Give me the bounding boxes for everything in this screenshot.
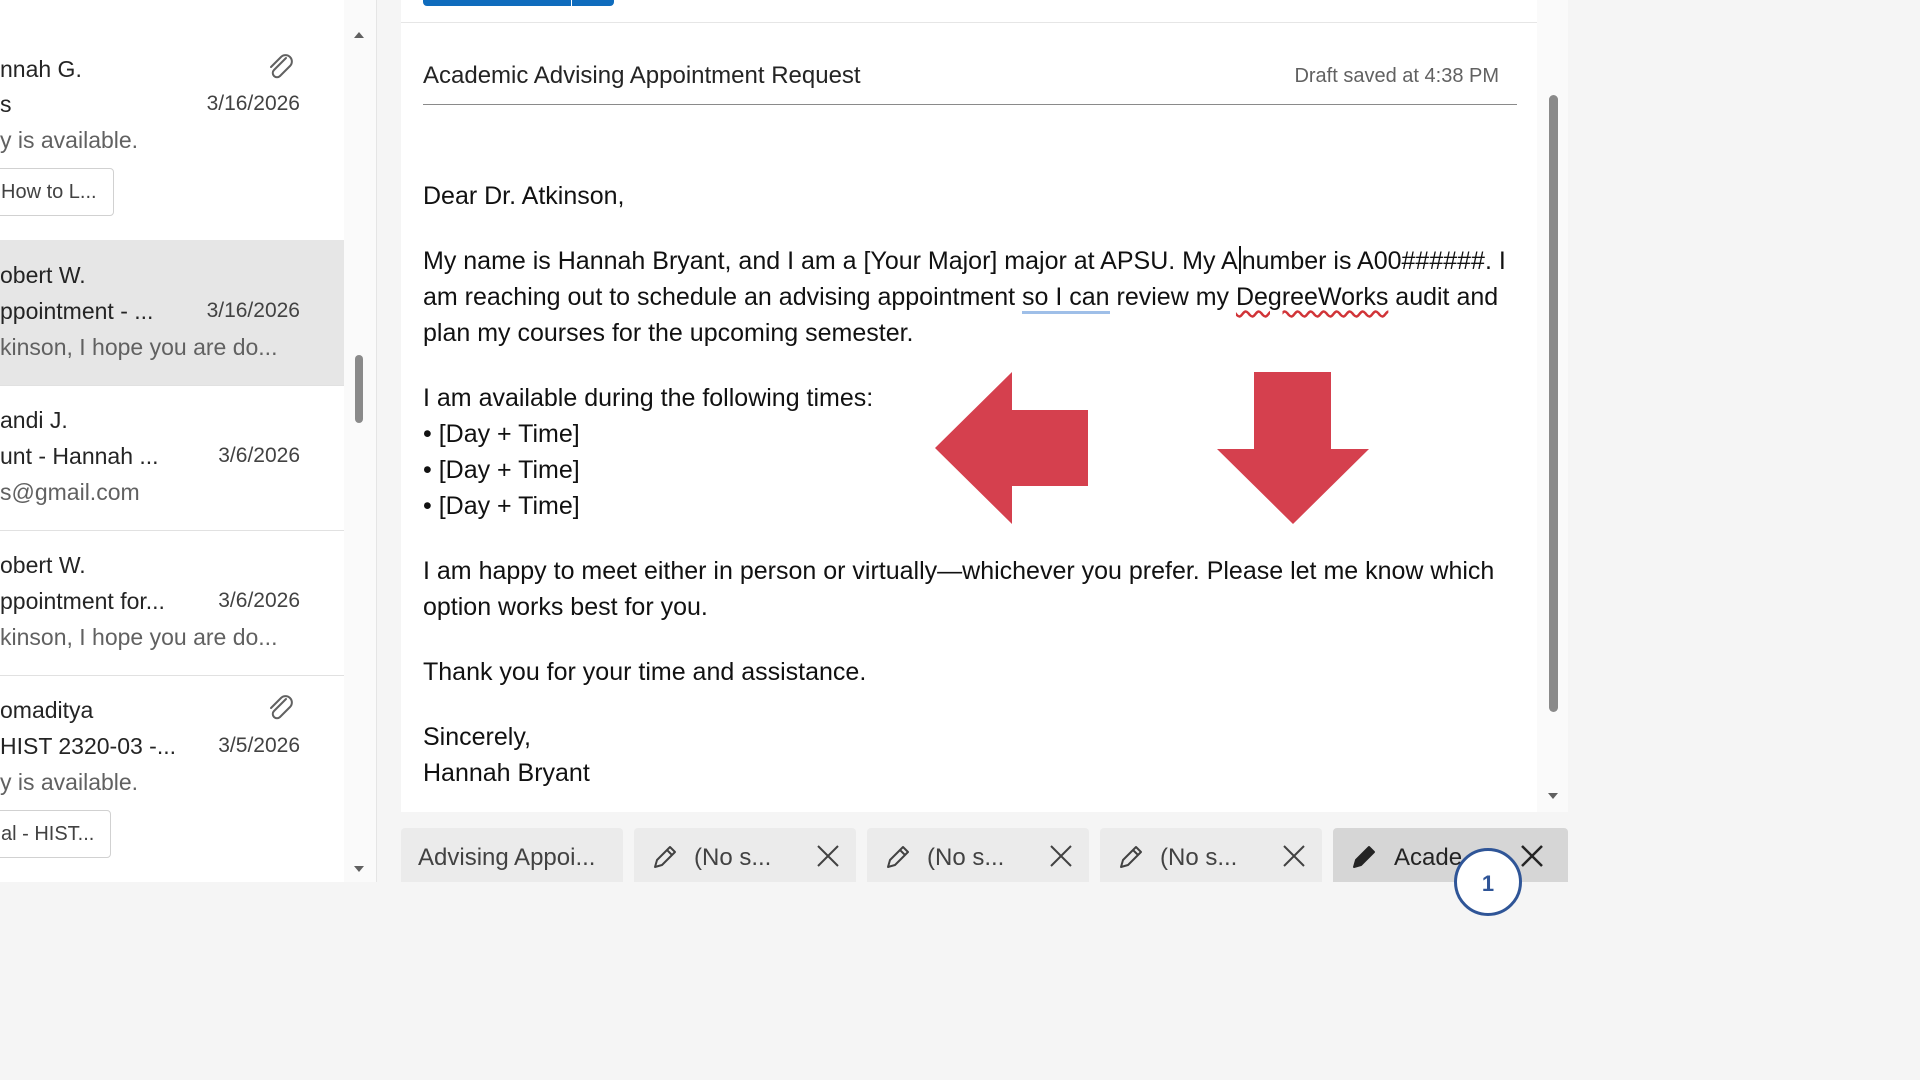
annotation-left-arrow-icon — [935, 372, 1088, 524]
subject-underline — [423, 104, 1517, 105]
paperclip-icon — [270, 54, 293, 79]
tab-draft-no-subject[interactable]: (No s... — [634, 828, 856, 882]
scrollbar-thumb[interactable] — [1549, 95, 1558, 712]
body-paragraph-intro: My name is Hannah Bryant, and I am a [Yo… — [423, 243, 1513, 351]
close-icon[interactable] — [1520, 844, 1544, 868]
scroll-down-icon[interactable] — [1548, 793, 1558, 799]
tab-label: Acade — [1394, 844, 1463, 871]
signature-block: Sincerely, Hannah Bryant — [423, 719, 1513, 791]
tab-draft-no-subject[interactable]: (No s... — [867, 828, 1089, 882]
message-date: 3/5/2026 — [218, 734, 300, 757]
message-preview: s@gmail.com — [0, 479, 140, 505]
message-preview: kinson, I hope you are do... — [0, 624, 278, 650]
send-options-button[interactable] — [572, 0, 614, 6]
sender-name: nnah G. — [0, 56, 82, 82]
badge-count: 1 — [1481, 871, 1495, 896]
intro-text-c: review my — [1109, 283, 1236, 311]
text-cursor — [1238, 246, 1241, 274]
signature-name: Hannah Bryant — [423, 759, 590, 787]
message-preview: y is available. — [0, 769, 139, 795]
message-date: 3/16/2026 — [206, 92, 300, 115]
scroll-down-icon[interactable] — [354, 866, 364, 872]
message-date: 3/6/2026 — [218, 444, 300, 467]
draft-status: Draft saved at 4:38 PM — [1294, 65, 1499, 87]
message-list-scrollbar[interactable] — [344, 0, 377, 882]
tab-label: Advising Appoi... — [418, 844, 596, 871]
toolbar-divider — [401, 22, 1537, 23]
pencil-icon — [1120, 846, 1142, 868]
sender-name: omaditya — [0, 697, 94, 723]
sender-name: obert W. — [0, 262, 86, 288]
list-item[interactable]: omaditya HIST 2320-03 -... 3/5/2026 y is… — [0, 675, 344, 882]
body-paragraph-meeting: I am happy to meet either in person or v… — [423, 557, 1495, 621]
message-date: 3/16/2026 — [206, 299, 300, 322]
tab-label: (No s... — [927, 844, 1005, 871]
tab-label: (No s... — [1160, 844, 1238, 871]
tab-academic-advising-active[interactable]: Acade — [1333, 828, 1568, 882]
body-paragraph-thanks: Thank you for your time and assistance. — [423, 658, 867, 686]
list-item[interactable]: obert W. ppointment for... 3/6/2026 kins… — [0, 530, 344, 676]
spelling-error[interactable]: DegreeWorks — [1236, 283, 1388, 311]
message-date: 3/6/2026 — [218, 589, 300, 612]
message-subject: ppointment - ... — [0, 298, 154, 324]
closing: Sincerely, — [423, 723, 531, 751]
compose-scrollbar[interactable] — [1537, 0, 1568, 812]
availability-item: • [Day + Time] — [423, 456, 580, 484]
message-subject: ppointment for... — [0, 588, 165, 614]
message-list: nnah G. s 3/16/2026 y is available. How … — [0, 0, 344, 882]
scrollbar-thumb[interactable] — [355, 355, 363, 423]
close-icon[interactable] — [1049, 844, 1073, 868]
intro-text-a: My name is Hannah Bryant, and I am a [Yo… — [423, 247, 1238, 275]
annotation-down-arrow-icon — [1217, 372, 1369, 524]
message-preview: kinson, I hope you are do... — [0, 334, 278, 360]
notification-badge[interactable]: 1 — [1454, 848, 1522, 916]
scroll-up-icon[interactable] — [354, 32, 364, 38]
grammar-suggestion[interactable]: so I can — [1022, 283, 1110, 314]
tab-label: (No s... — [694, 844, 772, 871]
greeting: Dear Dr. Atkinson, — [423, 182, 625, 210]
list-item[interactable]: nnah G. s 3/16/2026 y is available. How … — [0, 34, 344, 241]
paperclip-icon — [270, 695, 293, 720]
tab-advising-appointment[interactable]: Advising Appoi... — [401, 828, 623, 882]
close-icon[interactable] — [1282, 844, 1306, 868]
pencil-icon — [654, 846, 676, 868]
tab-draft-no-subject[interactable]: (No s... — [1100, 828, 1322, 882]
message-subject: HIST 2320-03 -... — [0, 733, 176, 759]
draft-tabs-bar: Advising Appoi... (No s... (No s... (No … — [401, 828, 1568, 882]
subject-field[interactable]: Academic Advising Appointment Request — [423, 62, 861, 90]
sender-name: obert W. — [0, 552, 86, 578]
attachment-chip[interactable]: How to L... — [0, 168, 114, 216]
message-subject: unt - Hannah ... — [0, 443, 159, 469]
send-button[interactable] — [423, 0, 571, 6]
availability-item: • [Day + Time] — [423, 420, 580, 448]
availability-item: • [Day + Time] — [423, 492, 580, 520]
pencil-icon — [887, 846, 909, 868]
availability-intro: I am available during the following time… — [423, 384, 874, 412]
pane-divider — [377, 0, 401, 882]
sender-name: andi J. — [0, 407, 68, 433]
list-item[interactable]: andi J. unt - Hannah ... 3/6/2026 s@gmai… — [0, 385, 344, 531]
list-item-selected[interactable]: obert W. ppointment - ... 3/16/2026 kins… — [0, 240, 344, 386]
attachment-chip[interactable]: al - HIST... — [0, 810, 112, 858]
message-subject: s — [0, 91, 12, 117]
message-preview: y is available. — [0, 127, 139, 153]
pencil-icon — [1353, 846, 1375, 868]
close-icon[interactable] — [816, 844, 840, 868]
